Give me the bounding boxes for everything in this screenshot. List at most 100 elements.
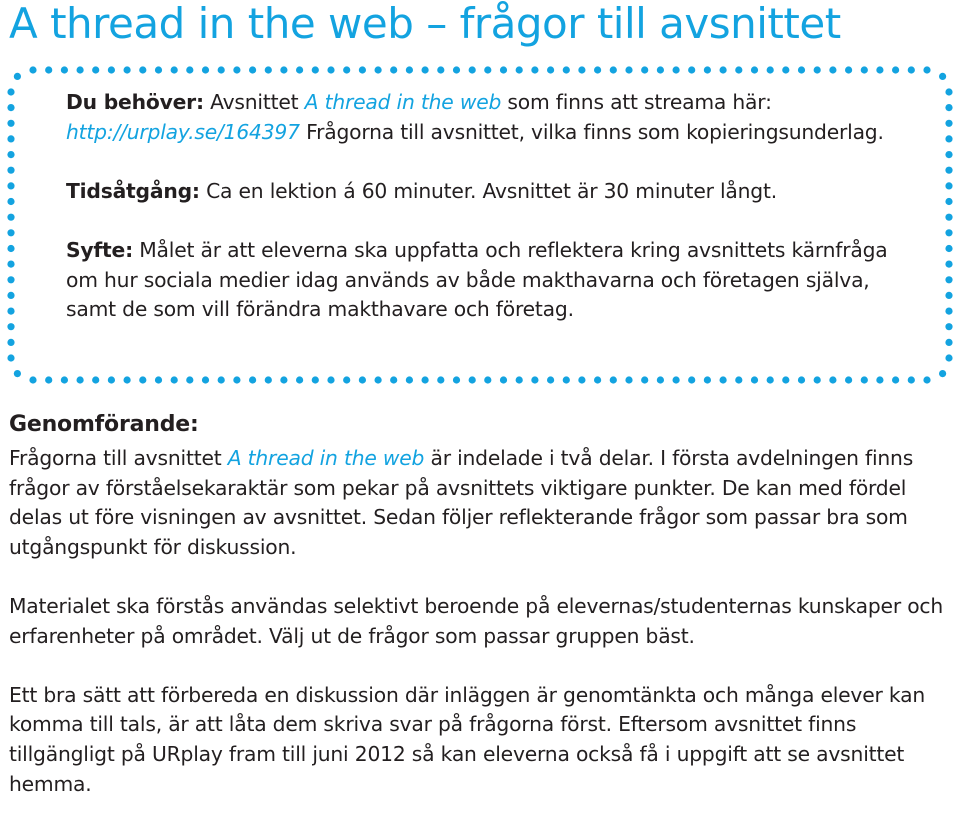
border-dot	[7, 119, 15, 127]
info-box-content: Du behöver: Avsnittet A thread in the we…	[66, 88, 916, 325]
border-dot	[374, 66, 382, 74]
border-dot	[7, 88, 15, 96]
genomforande-paragraph-2: Materialet ska förstås användas selektiv…	[9, 593, 944, 648]
border-dot	[531, 376, 539, 384]
border-dot	[945, 307, 953, 315]
border-dot	[578, 376, 586, 384]
border-dot	[484, 376, 492, 384]
border-dot	[217, 376, 225, 384]
border-dot	[625, 66, 633, 74]
border-dot	[945, 135, 953, 143]
border-dot	[123, 376, 131, 384]
border-dot	[7, 166, 15, 174]
border-dot	[358, 66, 366, 74]
genomforande-heading: Genomförande:	[9, 412, 199, 437]
du-behover-label: Du behöver:	[66, 90, 204, 114]
border-dot	[343, 66, 351, 74]
border-dot	[358, 376, 366, 384]
border-dot	[719, 66, 727, 74]
border-dot	[782, 376, 790, 384]
border-dot	[405, 66, 413, 74]
border-dot	[154, 66, 163, 74]
border-dot	[296, 376, 304, 384]
tidsatgang-label: Tidsåtgång:	[66, 178, 200, 203]
border-dot	[186, 376, 194, 384]
border-dot	[107, 376, 115, 384]
border-dot	[735, 66, 743, 74]
border-dot	[45, 66, 53, 74]
border-dot	[945, 88, 953, 96]
border-dot	[139, 376, 147, 384]
border-dot	[7, 260, 15, 268]
border-dot	[468, 66, 476, 74]
border-dot	[311, 376, 319, 384]
border-dot	[547, 66, 555, 74]
border-dot	[7, 197, 15, 206]
border-dot	[154, 376, 163, 384]
border-dot	[437, 376, 445, 384]
border-dot	[452, 66, 461, 74]
border-dot	[139, 66, 147, 74]
border-dot	[13, 370, 21, 378]
border-dot	[939, 72, 947, 80]
border-dot	[719, 376, 727, 384]
border-dot	[76, 66, 84, 74]
border-dot	[468, 376, 476, 384]
border-dot	[390, 376, 398, 384]
border-dot	[264, 376, 272, 384]
border-dot	[703, 66, 712, 74]
du-behover-text-after: Frågorna till avsnittet, vilka finns som…	[299, 119, 884, 144]
border-dot	[13, 72, 21, 80]
border-dot	[92, 376, 100, 384]
du-behover-text-before: Avsnittet	[203, 90, 305, 114]
border-dot	[945, 229, 953, 237]
border-dot	[797, 376, 806, 384]
border-dot	[484, 66, 492, 74]
border-dot	[7, 151, 15, 159]
border-dot	[845, 376, 853, 384]
border-dot	[562, 376, 570, 384]
border-dot	[594, 66, 602, 74]
border-dot	[547, 376, 555, 384]
border-dot	[945, 197, 953, 206]
border-dot	[945, 244, 953, 253]
border-dot	[945, 119, 953, 127]
border-dot	[945, 104, 953, 112]
syfte-label: Syfte:	[66, 237, 134, 262]
border-dot	[107, 66, 115, 74]
border-dot	[945, 166, 953, 174]
border-dot	[7, 229, 15, 237]
border-dot	[945, 213, 953, 221]
border-dot	[923, 376, 931, 384]
border-dot	[327, 376, 335, 384]
border-dot	[264, 66, 272, 74]
border-dot	[829, 66, 837, 74]
border-dot	[327, 66, 335, 74]
border-dot	[201, 66, 210, 74]
border-dot	[437, 66, 445, 74]
info-box: Du behöver: Avsnittet A thread in the we…	[4, 64, 956, 386]
border-dot	[405, 376, 413, 384]
border-dot	[945, 182, 953, 190]
border-dot	[876, 376, 884, 384]
border-dot	[390, 66, 398, 74]
border-dot	[201, 376, 210, 384]
du-behover-text-middle: som finns att streama här:	[501, 90, 772, 114]
genomforande-section: Genomförande: Frågorna till avsnittet A …	[9, 410, 949, 799]
border-dot	[907, 66, 915, 74]
border-dot	[766, 376, 774, 384]
border-dot	[907, 376, 915, 384]
border-dot	[296, 66, 304, 74]
border-dot	[7, 291, 15, 299]
border-dot	[60, 376, 68, 384]
border-dot	[813, 66, 821, 74]
border-dot	[531, 66, 539, 74]
border-dot	[672, 66, 680, 74]
border-dot	[280, 66, 288, 74]
border-dot	[945, 323, 953, 331]
border-dot	[280, 376, 288, 384]
border-dot	[813, 376, 821, 384]
border-dot	[750, 376, 759, 384]
urplay-url-link[interactable]: http://urplay.se/164397	[66, 120, 300, 144]
border-dot	[703, 376, 712, 384]
